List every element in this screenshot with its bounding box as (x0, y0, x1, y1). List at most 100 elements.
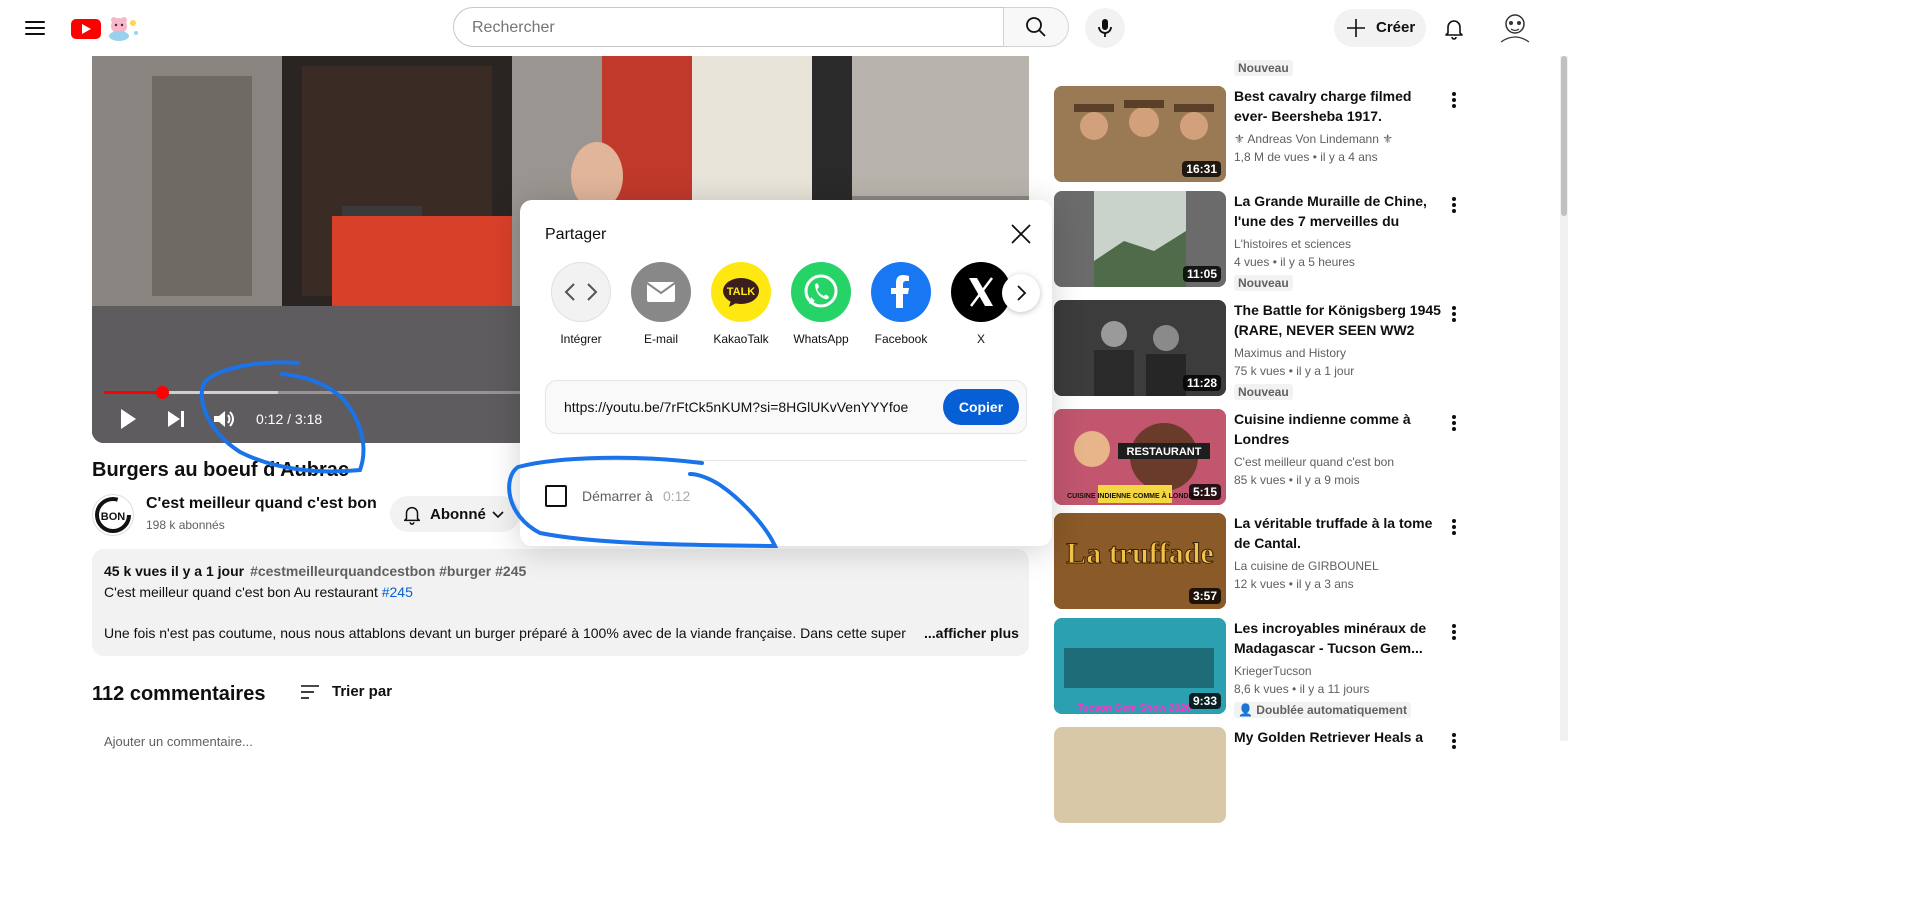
channel-logo-text: BON (101, 511, 126, 523)
voice-search-button[interactable] (1085, 8, 1125, 48)
recommended-views: 85 k vues • il y a 9 mois (1234, 473, 1360, 487)
thumbnail-text: La truffade (1066, 537, 1213, 570)
recommended-title[interactable]: La véritable truffade à la tome de Canta… (1234, 513, 1444, 553)
more-options-icon[interactable] (1446, 517, 1462, 537)
recommended-channel[interactable]: La cuisine de GIRBOUNEL (1234, 559, 1379, 573)
video-thumbnail[interactable] (1054, 727, 1226, 823)
volume-icon (214, 411, 234, 427)
video-thumbnail[interactable]: Tucson Gem Show 2026 9:33 (1054, 618, 1226, 714)
video-thumbnail[interactable]: RESTAURANT CUISINE INDIENNE COMME À LONDR… (1054, 409, 1226, 505)
video-badge: Nouveau (1234, 384, 1293, 400)
channel-avatar[interactable]: BON (92, 494, 134, 536)
next-options-button[interactable] (1002, 274, 1040, 312)
play-icon (121, 409, 136, 429)
youtube-logo[interactable] (70, 14, 142, 42)
skip-next-icon (168, 411, 184, 427)
share-option-label: E-mail (643, 332, 678, 346)
recommended-channel[interactable]: KriegerTucson (1234, 664, 1312, 678)
volume-button[interactable] (210, 405, 238, 433)
video-thumbnail[interactable]: 16:31 (1054, 86, 1226, 182)
video-time: 0:12 / 3:18 (256, 411, 323, 427)
share-option-label: WhatsApp (793, 332, 849, 346)
copy-button[interactable]: Copier (943, 389, 1019, 425)
avatar-icon (1500, 14, 1530, 43)
recommended-views: 4 vues • il y a 5 heures (1234, 255, 1355, 269)
share-option-email[interactable]: E-mail (621, 262, 701, 346)
search-box (453, 7, 1004, 47)
start-at-checkbox[interactable] (545, 485, 567, 507)
share-option-label: Intégrer (560, 332, 602, 346)
chevron-right-icon (1017, 285, 1027, 301)
account-avatar[interactable] (1495, 8, 1535, 48)
recommended-views: 75 k vues • il y a 1 jour (1234, 364, 1355, 378)
more-options-icon[interactable] (1446, 304, 1462, 324)
comments-count: 112 commentaires (92, 683, 266, 705)
recommended-channel[interactable]: Maximus and History (1234, 346, 1346, 360)
recommended-title[interactable]: Best cavalry charge filmed ever- Beershe… (1234, 86, 1444, 126)
recommended-title[interactable]: The Battle for Königsberg 1945 (RARE, NE… (1234, 300, 1444, 340)
create-label: Créer (1376, 19, 1416, 36)
recommended-channel[interactable]: C'est meilleur quand c'est bon (1234, 455, 1394, 469)
embed-icon (551, 262, 611, 322)
recommended-title[interactable]: La Grande Muraille de Chine, l'une des 7… (1234, 191, 1444, 231)
search-icon (1026, 17, 1046, 37)
share-option-kakaotalk[interactable]: TALK KakaoTalk (701, 262, 781, 346)
microphone-icon (1098, 19, 1112, 37)
recommended-title[interactable]: Cuisine indienne comme à Londres (1234, 409, 1444, 449)
play-button[interactable] (114, 405, 142, 433)
hashtag-link[interactable]: #245 (382, 584, 413, 600)
video-thumbnail[interactable]: 11:05 (1054, 191, 1226, 287)
start-at-time[interactable]: 0:12 (663, 488, 690, 504)
recommended-views: 1,8 M de vues • il y a 4 ans (1234, 150, 1378, 164)
create-button[interactable]: Créer (1334, 9, 1426, 47)
sort-icon (301, 685, 319, 699)
show-more-button[interactable]: ...afficher plus (924, 625, 1019, 641)
channel-name[interactable]: C'est meilleur quand c'est bon (146, 495, 377, 513)
share-option-embed[interactable]: Intégrer (541, 262, 621, 346)
thumbnail-text: CUISINE INDIENNE COMME À LONDRES (1067, 491, 1203, 500)
share-url[interactable]: https://youtu.be/7rFtCk5nKUM?si=8HGlUKvV… (564, 399, 908, 415)
subscribed-button[interactable]: Abonné (390, 496, 520, 532)
more-options-icon[interactable] (1446, 731, 1462, 751)
more-options-icon[interactable] (1446, 413, 1462, 433)
video-badge: 👤 Doublée automatiquement (1234, 702, 1411, 718)
description-line: C'est meilleur quand c'est bon Au restau… (104, 584, 413, 600)
video-thumbnail[interactable]: La truffade 3:57 (1054, 513, 1226, 609)
scrollbar[interactable] (1560, 56, 1568, 741)
progress-scrubber[interactable] (155, 386, 169, 399)
close-button[interactable] (1005, 218, 1037, 250)
sort-label: Trier par (332, 683, 393, 700)
bell-icon (403, 506, 421, 525)
description-box[interactable]: 45 k vues il y a 1 jour #cestmeilleurquan… (92, 549, 1029, 656)
description-text: C'est meilleur quand c'est bon Au restau… (104, 584, 382, 600)
duration-badge: 9:33 (1188, 693, 1221, 709)
add-comment-input[interactable]: Ajouter un commentaire... (104, 734, 253, 749)
recommended-title[interactable]: My Golden Retriever Heals a (1234, 727, 1444, 747)
search-input[interactable] (470, 16, 974, 40)
more-options-icon[interactable] (1446, 90, 1462, 110)
recommended-channel[interactable]: L'histoires et sciences (1234, 237, 1351, 251)
divider (545, 460, 1027, 461)
scrollbar-thumb[interactable] (1561, 56, 1567, 216)
recommended-channel[interactable]: ⚜ Andreas Von Lindemann ⚜ (1234, 132, 1393, 146)
notifications-button[interactable] (1434, 8, 1474, 48)
chevron-down-icon (492, 511, 504, 519)
video-thumbnail[interactable]: 11:28 (1054, 300, 1226, 396)
more-options-icon[interactable] (1446, 195, 1462, 215)
duration-badge: 11:28 (1182, 375, 1221, 391)
start-at-label: Démarrer à (582, 488, 653, 504)
hashtags[interactable]: #cestmeilleurquandcestbon #burger #245 (250, 563, 526, 579)
menu-icon[interactable] (18, 12, 52, 44)
next-button[interactable] (162, 405, 190, 433)
recommended-title[interactable]: Les incroyables minéraux de Madagascar -… (1234, 618, 1444, 658)
share-option-whatsapp[interactable]: WhatsApp (781, 262, 861, 346)
more-options-icon[interactable] (1446, 622, 1462, 642)
duration-badge: 3:57 (1188, 588, 1221, 604)
top-bar: Créer (0, 0, 1568, 56)
views-date: 45 k vues il y a 1 jour (104, 563, 245, 579)
share-option-facebook[interactable]: Facebook (861, 262, 941, 346)
recommended-views: 8,6 k vues • il y a 11 jours (1234, 682, 1370, 696)
share-url-box: https://youtu.be/7rFtCk5nKUM?si=8HGlUKvV… (545, 380, 1027, 434)
kakaotalk-text: TALK (727, 286, 756, 298)
search-button[interactable] (1003, 7, 1069, 47)
